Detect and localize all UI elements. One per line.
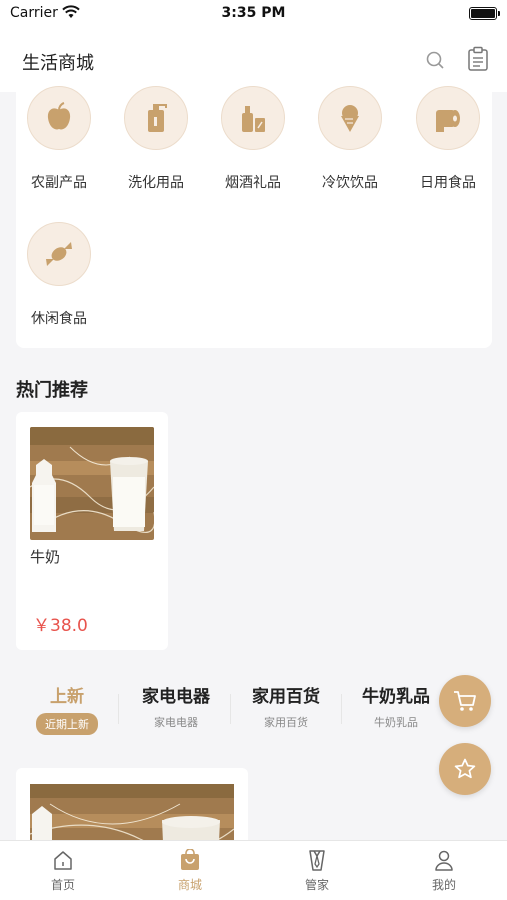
tab-subtitle-badge: 近期上新 — [36, 713, 98, 735]
product-image — [30, 427, 154, 540]
category-label: 日用食品 — [420, 175, 476, 191]
tab-divider — [341, 694, 342, 724]
product-card[interactable] — [16, 768, 248, 848]
category-item[interactable]: 洗化用品 — [111, 86, 201, 192]
category-tabs: 上新 近期上新 家电电器 家电电器 家用百货 家用百货 牛奶乳品 牛奶乳品 — [16, 672, 492, 744]
butler-icon — [309, 850, 325, 871]
tab-title: 家用百货 — [252, 687, 320, 707]
tab-household[interactable]: 家用百货 家用百货 — [240, 682, 332, 730]
apple-icon — [27, 86, 91, 150]
category-item[interactable]: 冷饮饮品 — [305, 86, 395, 192]
clipboard-icon[interactable] — [467, 46, 489, 72]
tabbar-label: 我的 — [431, 878, 456, 892]
ice-cream-icon — [318, 86, 382, 150]
candy-icon — [27, 222, 91, 286]
category-item[interactable]: 农副产品 — [14, 86, 104, 192]
tabbar-label: 管家 — [304, 878, 329, 892]
tabbar-label: 首页 — [50, 878, 75, 892]
status-time: 3:35 PM — [221, 5, 286, 21]
tabbar-item-mine[interactable]: 我的 — [381, 847, 507, 893]
tab-new[interactable]: 上新 近期上新 — [34, 682, 100, 735]
category-label: 洗化用品 — [128, 175, 184, 191]
category-label: 冷饮饮品 — [322, 175, 378, 191]
tab-title: 家电电器 — [142, 687, 210, 707]
category-grid: 农副产品 洗化用品 烟酒礼品 冷饮饮品 日用食品 休闲食品 — [14, 86, 492, 348]
shopping-bag-icon — [181, 849, 199, 870]
tissue-roll-icon — [416, 86, 480, 150]
tab-divider — [118, 694, 119, 724]
category-item[interactable]: 日用食品 — [403, 86, 493, 192]
section-title-hot: 热门推荐 — [16, 380, 88, 401]
bottle-icon — [124, 86, 188, 150]
category-label: 烟酒礼品 — [225, 175, 281, 191]
user-icon — [435, 850, 453, 871]
tab-subtitle: 家用百货 — [264, 716, 308, 729]
bottom-tab-bar: 首页 商城 管家 我的 — [0, 840, 507, 900]
product-image — [30, 784, 234, 848]
cart-icon — [454, 691, 476, 711]
favorite-button[interactable] — [439, 743, 491, 795]
tab-appliances[interactable]: 家电电器 家电电器 — [130, 682, 222, 730]
tab-dairy[interactable]: 牛奶乳品 牛奶乳品 — [350, 682, 442, 730]
tabbar-item-home[interactable]: 首页 — [0, 847, 126, 893]
product-name: 牛奶 — [30, 548, 61, 566]
tab-title: 牛奶乳品 — [362, 687, 430, 707]
tabbar-item-mall[interactable]: 商城 — [127, 847, 253, 893]
battery-icon — [469, 7, 500, 20]
tab-subtitle: 牛奶乳品 — [374, 716, 418, 729]
tabbar-label: 商城 — [177, 878, 202, 892]
page-title: 生活商城 — [22, 53, 94, 74]
star-icon — [454, 758, 476, 779]
category-label: 农副产品 — [31, 175, 87, 191]
search-icon[interactable] — [425, 50, 445, 70]
liquor-icon — [221, 86, 285, 150]
tab-subtitle: 家电电器 — [154, 716, 198, 729]
category-item[interactable]: 烟酒礼品 — [208, 86, 298, 192]
nav-bar: 生活商城 — [0, 28, 507, 92]
product-price: ￥38.0 — [33, 616, 88, 636]
home-icon — [54, 851, 72, 870]
category-label: 休闲食品 — [31, 311, 87, 327]
tab-title: 上新 — [50, 687, 84, 707]
cart-button[interactable] — [439, 675, 491, 727]
tab-divider — [230, 694, 231, 724]
category-item[interactable]: 休闲食品 — [14, 222, 104, 328]
tabbar-item-butler[interactable]: 管家 — [254, 847, 380, 893]
status-bar: Carrier 3:35 PM — [0, 0, 507, 28]
